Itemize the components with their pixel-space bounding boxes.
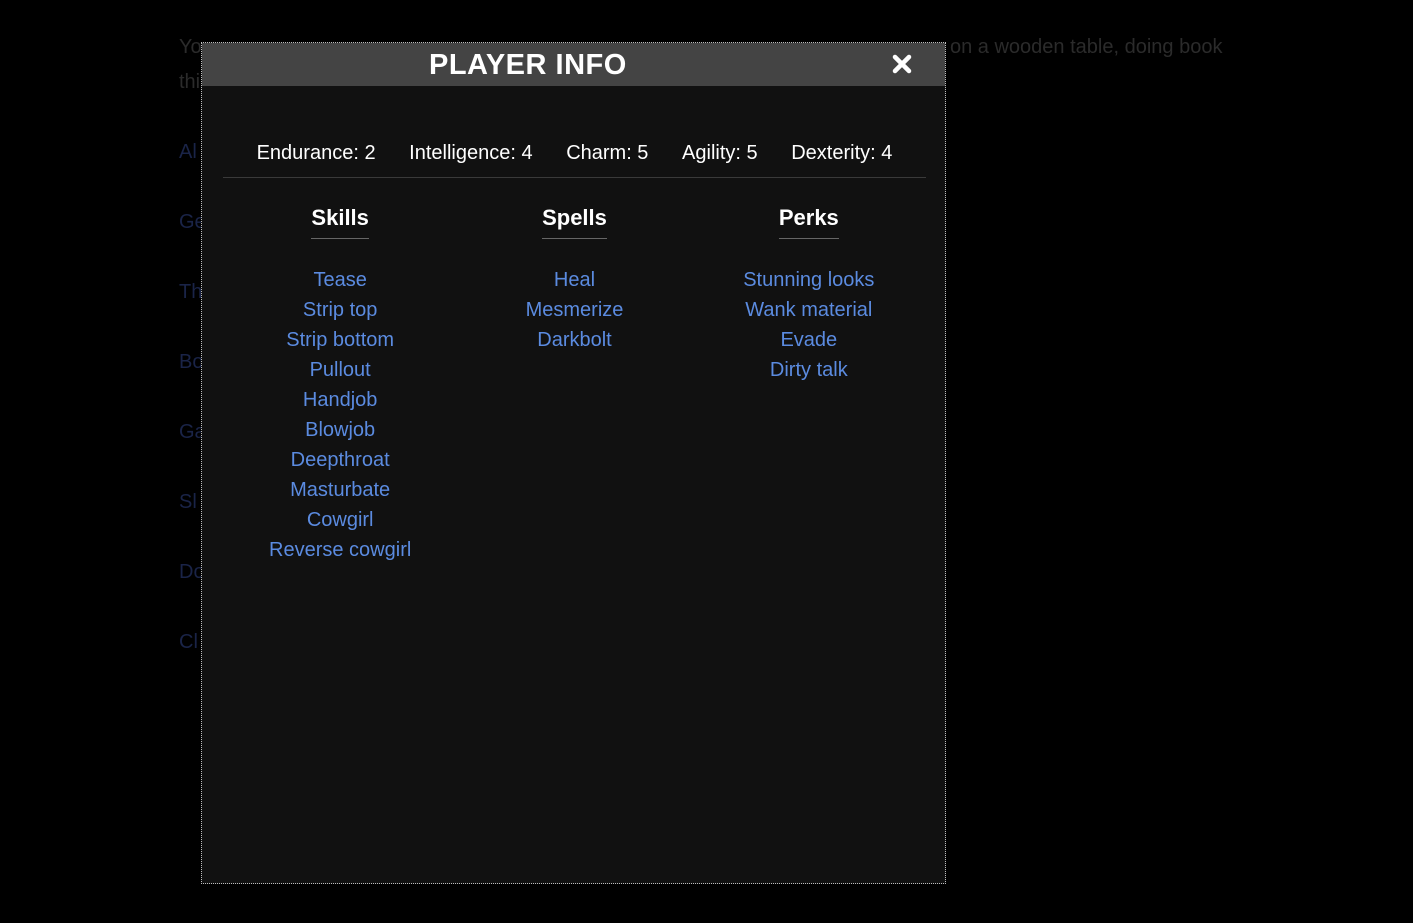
- story-text-line-2: thi: [179, 71, 201, 93]
- stat-dexterity: Dexterity: 4: [791, 141, 893, 164]
- skill-link[interactable]: Strip bottom: [223, 325, 457, 355]
- story-choice-link[interactable]: Th: [179, 280, 202, 304]
- spells-column: Spells Heal Mesmerize Darkbolt: [457, 201, 691, 565]
- skill-link[interactable]: Masturbate: [223, 475, 457, 505]
- story-choice-link[interactable]: Sl: [179, 490, 197, 514]
- stat-agility: Agility: 5: [682, 141, 758, 164]
- story-choice-link[interactable]: Cl: [179, 630, 198, 654]
- skill-link[interactable]: Pullout: [223, 355, 457, 385]
- skill-link[interactable]: Handjob: [223, 385, 457, 415]
- skill-link[interactable]: Tease: [223, 265, 457, 295]
- modal-header: PLAYER INFO: [202, 43, 945, 86]
- skills-heading: Skills: [311, 201, 369, 239]
- story-text-line-end: on a wooden table, doing book: [950, 36, 1223, 58]
- skill-link[interactable]: Cowgirl: [223, 505, 457, 535]
- spell-link[interactable]: Heal: [457, 265, 691, 295]
- stat-intelligence: Intelligence: 4: [409, 141, 533, 164]
- stats-row: Endurance: 2 Intelligence: 4 Charm: 5 Ag…: [223, 129, 926, 178]
- perks-heading: Perks: [778, 201, 839, 239]
- close-x-icon: [892, 54, 912, 74]
- skill-link[interactable]: Strip top: [223, 295, 457, 325]
- skills-column: Skills Tease Strip top Strip bottom Pullout…: [223, 201, 457, 565]
- story-choice-link[interactable]: Al: [179, 140, 197, 164]
- spells-heading: Spells: [542, 201, 607, 239]
- stat-charm: Charm: 5: [566, 141, 649, 164]
- skills-list: Tease Strip top Strip bottom Pullout Handjob…: [223, 265, 457, 565]
- perk-link[interactable]: Dirty talk: [692, 355, 926, 385]
- perks-list: Stunning looks Wank material Evade Dirty ta…: [692, 265, 926, 385]
- modal-title: PLAYER INFO: [429, 49, 627, 81]
- spell-link[interactable]: Darkbolt: [457, 325, 691, 355]
- skill-link[interactable]: Deepthroat: [223, 445, 457, 475]
- player-info-modal: PLAYER INFO Endurance: 2 Intelligence: 4…: [201, 42, 946, 884]
- story-choice-link[interactable]: Bo: [179, 350, 203, 374]
- perk-link[interactable]: Stunning looks: [692, 265, 926, 295]
- spell-link[interactable]: Mesmerize: [457, 295, 691, 325]
- skill-link[interactable]: Blowjob: [223, 415, 457, 445]
- spells-list: Heal Mesmerize Darkbolt: [457, 265, 691, 355]
- game-page: Yo on a wooden table, doing book thi Al …: [0, 0, 1413, 923]
- stat-endurance: Endurance: 2: [256, 141, 376, 164]
- abilities-columns: Skills Tease Strip top Strip bottom Pullout…: [223, 201, 926, 565]
- perk-link[interactable]: Wank material: [692, 295, 926, 325]
- perk-link[interactable]: Evade: [692, 325, 926, 355]
- story-text-line-start: Yo: [179, 36, 202, 58]
- close-button[interactable]: [889, 51, 915, 77]
- skill-link[interactable]: Reverse cowgirl: [223, 535, 457, 565]
- perks-column: Perks Stunning looks Wank material Evade Di…: [692, 201, 926, 565]
